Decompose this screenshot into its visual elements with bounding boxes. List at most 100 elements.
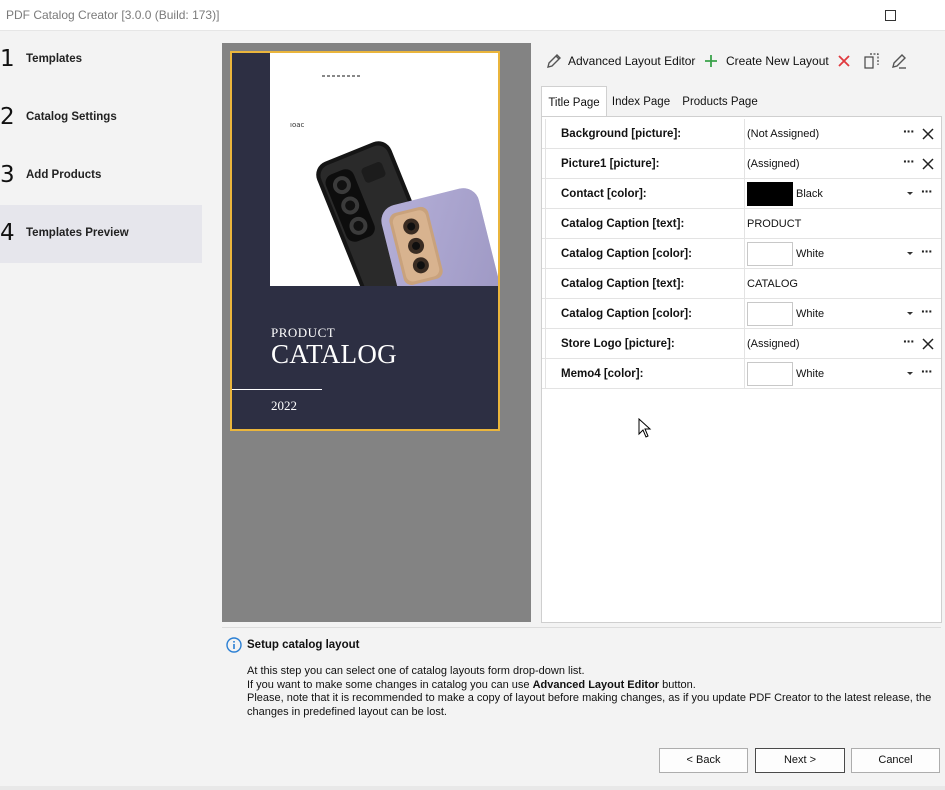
step-catalog-settings[interactable]: 2 Catalog Settings [0, 89, 202, 147]
color-name: White [796, 248, 825, 260]
property-value: (Assigned) [747, 158, 800, 170]
status-strip [0, 786, 945, 790]
create-new-layout-label: Create New Layout [726, 54, 829, 68]
pane-splitter[interactable] [533, 43, 537, 622]
phone-image [316, 141, 498, 286]
more-icon[interactable]: ··· [921, 244, 933, 258]
property-name: Store Logo [picture]: [542, 329, 745, 358]
info-icon [226, 637, 242, 653]
edit-pencil-icon [892, 54, 906, 69]
plus-icon [705, 55, 717, 67]
info-line: Please, note that it is recommended to m… [247, 692, 932, 718]
tab-title-page[interactable]: Title Page [541, 86, 607, 117]
chevron-down-icon[interactable] [906, 191, 914, 197]
layout-properties-grid: Background [picture]: (Not Assigned) ···… [541, 116, 942, 623]
layout-page-tabs: Title Page Index Page Products Page [541, 86, 945, 117]
more-icon[interactable]: ··· [921, 364, 933, 378]
mouse-cursor-icon [638, 418, 652, 438]
more-icon[interactable]: ··· [903, 334, 915, 348]
color-swatch-white[interactable] [747, 242, 793, 266]
color-name: White [796, 308, 825, 320]
advanced-layout-editor-label: Advanced Layout Editor [568, 54, 696, 68]
step-label: Templates [26, 53, 83, 65]
more-icon[interactable]: ··· [921, 184, 933, 198]
property-row[interactable]: Background [picture]: (Not Assigned) ··· [542, 119, 941, 149]
clear-icon[interactable] [921, 127, 935, 141]
step-templates[interactable]: 1 Templates [0, 31, 202, 89]
step-label: Templates Preview [26, 227, 129, 239]
cover-photo: ıoac [270, 53, 498, 286]
copy-icon [864, 53, 879, 69]
title-bar: PDF Catalog Creator [3.0.0 (Build: 173)] [0, 0, 945, 31]
rename-layout-button[interactable] [890, 45, 908, 77]
property-name: Catalog Caption [color]: [542, 299, 745, 328]
property-name: Picture1 [picture]: [542, 149, 745, 178]
property-name: Catalog Caption [color]: [542, 239, 745, 268]
property-value: (Not Assigned) [747, 128, 820, 140]
property-row[interactable]: Memo4 [color]: White ··· [542, 359, 941, 389]
property-name: Catalog Caption [text]: [542, 269, 745, 298]
property-row[interactable]: Catalog Caption [text]: CATALOG [542, 269, 941, 299]
step-label: Catalog Settings [26, 111, 117, 123]
property-row[interactable]: Catalog Caption [text]: PRODUCT [542, 209, 941, 239]
chevron-down-icon[interactable] [906, 251, 914, 257]
info-title: Setup catalog layout [247, 639, 360, 651]
info-text: At this step you can select one of catal… [247, 665, 937, 719]
property-row[interactable]: Store Logo [picture]: (Assigned) ··· [542, 329, 941, 359]
color-name: Black [796, 188, 823, 200]
delete-layout-button[interactable] [836, 45, 852, 77]
property-name: Contact [color]: [542, 179, 745, 208]
clear-icon[interactable] [921, 157, 935, 171]
window-title: PDF Catalog Creator [3.0.0 (Build: 173)] [6, 8, 220, 22]
maximize-icon[interactable] [885, 10, 896, 21]
info-emphasis: Advanced Layout Editor [532, 678, 660, 691]
cover-divider [232, 389, 322, 390]
step-number: 4 [0, 220, 15, 246]
pencil-icon [547, 54, 561, 68]
info-line: If you want to make some changes in cata… [247, 678, 696, 691]
layout-toolbar: Advanced Layout Editor Create New Layout [541, 45, 945, 77]
step-number: 1 [0, 46, 15, 72]
property-value[interactable]: PRODUCT [747, 218, 801, 230]
copy-layout-button[interactable] [863, 45, 881, 77]
color-swatch-white[interactable] [747, 362, 793, 386]
property-row[interactable]: Contact [color]: Black ··· [542, 179, 941, 209]
back-button[interactable]: < Back [659, 748, 748, 773]
wizard-steps: 1 Templates 2 Catalog Settings 3 Add Pro… [0, 31, 205, 621]
tab-index-page[interactable]: Index Page [607, 86, 675, 117]
step-number: 2 [0, 104, 15, 130]
more-icon[interactable]: ··· [903, 124, 915, 138]
property-name: Catalog Caption [text]: [542, 209, 745, 238]
color-swatch-white[interactable] [747, 302, 793, 326]
advanced-layout-editor-button[interactable]: Advanced Layout Editor [545, 45, 695, 77]
tab-products-page[interactable]: Products Page [675, 86, 765, 117]
info-divider [222, 627, 941, 628]
delete-x-icon [838, 55, 850, 67]
next-button[interactable]: Next > [755, 748, 845, 773]
cover-year: 2022 [271, 398, 297, 413]
property-row[interactable]: Picture1 [picture]: (Assigned) ··· [542, 149, 941, 179]
property-name: Memo4 [color]: [542, 359, 745, 388]
step-templates-preview[interactable]: 4 Templates Preview [0, 205, 202, 263]
property-name: Background [picture]: [542, 119, 745, 148]
property-row[interactable]: Catalog Caption [color]: White ··· [542, 299, 941, 329]
catalog-cover-preview: ıoac PRODUCT CATALOG 2022 [230, 51, 500, 431]
cover-caption-catalog: CATALOG [271, 339, 397, 369]
chevron-down-icon[interactable] [906, 311, 914, 317]
chevron-down-icon[interactable] [906, 371, 914, 377]
step-label: Add Products [26, 169, 102, 181]
cancel-button[interactable]: Cancel [851, 748, 940, 773]
layout-preview-pane: ıoac PRODUCT CATALOG 2022 [222, 43, 531, 622]
more-icon[interactable]: ··· [903, 154, 915, 168]
property-row[interactable]: Catalog Caption [color]: White ··· [542, 239, 941, 269]
clear-icon[interactable] [921, 337, 935, 351]
property-value: (Assigned) [747, 338, 800, 350]
step-number: 3 [0, 162, 15, 188]
property-value[interactable]: CATALOG [747, 278, 798, 290]
color-name: White [796, 368, 825, 380]
step-add-products[interactable]: 3 Add Products [0, 147, 202, 205]
create-new-layout-button[interactable]: Create New Layout [703, 45, 829, 77]
info-line: At this step you can select one of catal… [247, 665, 585, 677]
more-icon[interactable]: ··· [921, 304, 933, 318]
color-swatch-black[interactable] [747, 182, 793, 206]
